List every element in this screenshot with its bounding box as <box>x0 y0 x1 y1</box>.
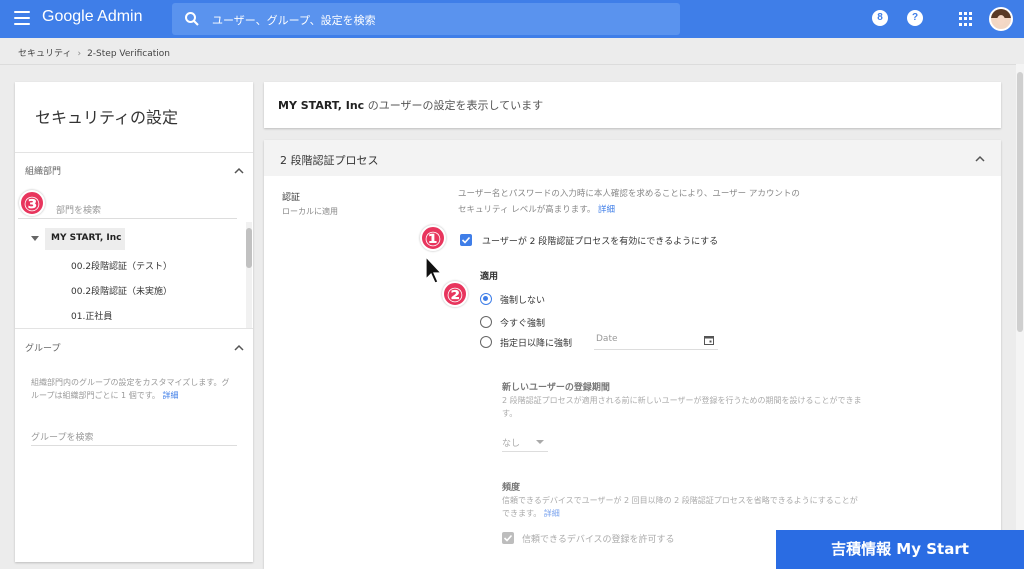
page-scroll-thumb[interactable] <box>1017 72 1023 332</box>
org-section-label: 組織部門 <box>25 167 62 177</box>
enable-2sv-label[interactable]: ユーザーが 2 段階認証プロセスを有効にできるようにする <box>482 234 718 247</box>
radio-on-date[interactable] <box>480 336 492 348</box>
org-info-card: MY START, Inc のユーザーの設定を表示しています <box>264 82 1001 128</box>
breadcrumb: セキュリティ › 2-Step Verification <box>18 46 170 59</box>
brand-admin: Admin <box>97 8 143 25</box>
group-learn-more-link[interactable]: 詳細 <box>162 391 178 400</box>
avatar[interactable] <box>989 7 1013 31</box>
org-tree-item[interactable]: 00.2段階認証（未実施） <box>71 284 172 297</box>
brand-google: Google <box>42 8 94 25</box>
mouse-cursor-icon <box>425 255 443 284</box>
security-settings-panel: セキュリティの設定 組織部門 部門を検索 MY START, Inc 00.2段… <box>15 82 253 562</box>
check-icon <box>503 534 513 542</box>
setting-description: ユーザー名とパスワードの入力時に本人確認を求めることにより、ユーザー アカウント… <box>458 186 804 218</box>
radio-on-date-label[interactable]: 指定日以降に強制 <box>500 336 572 349</box>
expand-triangle-icon[interactable] <box>31 236 39 241</box>
page-scrollbar[interactable] <box>1016 64 1024 569</box>
search-placeholder: ユーザー、グループ、設定を検索 <box>212 14 376 27</box>
org-tree-item[interactable]: 00.2段階認証（テスト） <box>71 259 172 272</box>
org-search-input[interactable]: 部門を検索 <box>18 203 237 219</box>
setting-label: 認証 <box>282 193 301 203</box>
org-tree-root[interactable]: MY START, Inc <box>31 228 125 250</box>
two-step-verification-card: 2 段階認証プロセス 認証 ローカルに適用 ユーザー名とパスワードの入力時に本人… <box>264 140 1001 569</box>
radio-now-label[interactable]: 今すぐ強制 <box>500 316 545 329</box>
trusted-device-checkbox[interactable] <box>502 532 514 544</box>
org-tree-scroll-thumb[interactable] <box>246 228 252 268</box>
enrollment-period-description: 2 段階認証プロセスが適用される前に新しいユーザーが登録を行うための期間を設ける… <box>502 396 862 418</box>
enforcement-label: 適用 <box>480 272 499 282</box>
top-app-bar: Google Admin ユーザー、グループ、設定を検索 8 ? <box>0 0 1024 38</box>
section-title: 2 段階認証プロセス <box>280 154 379 167</box>
radio-off[interactable] <box>480 293 492 305</box>
apps-grid-icon[interactable] <box>959 12 973 26</box>
notification-icon[interactable]: 8 <box>872 10 888 26</box>
divider <box>0 64 1024 65</box>
radio-now[interactable] <box>480 316 492 328</box>
breadcrumb-separator: › <box>77 49 82 59</box>
search-icon <box>185 12 199 26</box>
breadcrumb-security[interactable]: セキュリティ <box>18 49 71 59</box>
trusted-device-label[interactable]: 信頼できるデバイスの登録を許可する <box>522 532 675 545</box>
enrollment-period-title: 新しいユーザーの登録期間 <box>502 383 610 393</box>
step-2-badge: ② <box>442 281 468 307</box>
org-tree-item[interactable]: 01.正社員 <box>71 309 112 322</box>
section-header[interactable]: 2 段階認証プロセス <box>264 140 1001 176</box>
frequency-title: 頻度 <box>502 483 521 493</box>
promo-banner: 吉積情報 My Start <box>776 530 1024 569</box>
breadcrumb-current: 2-Step Verification <box>87 49 170 59</box>
divider <box>15 152 253 153</box>
radio-off-label[interactable]: 強制しない <box>500 293 545 306</box>
org-root-label: MY START, Inc <box>51 233 122 243</box>
divider <box>15 328 253 329</box>
enable-2sv-checkbox[interactable] <box>460 234 472 246</box>
step-1-badge: ① <box>420 225 446 251</box>
date-input[interactable]: Date <box>594 334 718 350</box>
learn-more-link[interactable]: 詳細 <box>598 205 615 215</box>
menu-icon[interactable] <box>14 11 30 25</box>
step-3-badge: ③ <box>19 190 45 216</box>
enrollment-period-select[interactable]: なし <box>502 436 548 452</box>
group-description: 組織部門内のグループの設定をカスタマイズします。グループは組織部門ごとに 1 個… <box>31 376 237 402</box>
org-info-text: MY START, Inc のユーザーの設定を表示しています <box>278 97 543 113</box>
frequency-learn-more-link[interactable]: 詳細 <box>544 509 560 518</box>
setting-scope: ローカルに適用 <box>282 207 338 216</box>
chevron-up-icon[interactable] <box>234 166 244 176</box>
chevron-up-icon[interactable] <box>975 154 985 164</box>
dropdown-arrow-icon <box>536 440 544 444</box>
org-info-suffix: のユーザーの設定を表示しています <box>364 99 544 112</box>
chevron-up-icon[interactable] <box>234 343 244 353</box>
frequency-description: 信頼できるデバイスでユーザーが 2 回目以降の 2 段階認証プロセスを省略できる… <box>502 494 862 520</box>
calendar-icon[interactable] <box>704 335 714 345</box>
enrollment-period-value: なし <box>502 439 521 449</box>
setting-description-text: ユーザー名とパスワードの入力時に本人確認を求めることにより、ユーザー アカウント… <box>458 189 800 215</box>
search-box[interactable]: ユーザー、グループ、設定を検索 <box>172 3 680 35</box>
group-search-input[interactable]: グループを検索 <box>31 430 237 446</box>
org-name: MY START, Inc <box>278 99 365 112</box>
group-section-label: グループ <box>25 344 61 354</box>
help-icon[interactable]: ? <box>907 10 923 26</box>
group-description-text: 組織部門内のグループの設定をカスタマイズします。グループは組織部門ごとに 1 個… <box>31 378 230 400</box>
check-icon <box>461 236 471 244</box>
panel-title: セキュリティの設定 <box>35 108 179 127</box>
brand-logo[interactable]: Google Admin <box>42 8 143 26</box>
